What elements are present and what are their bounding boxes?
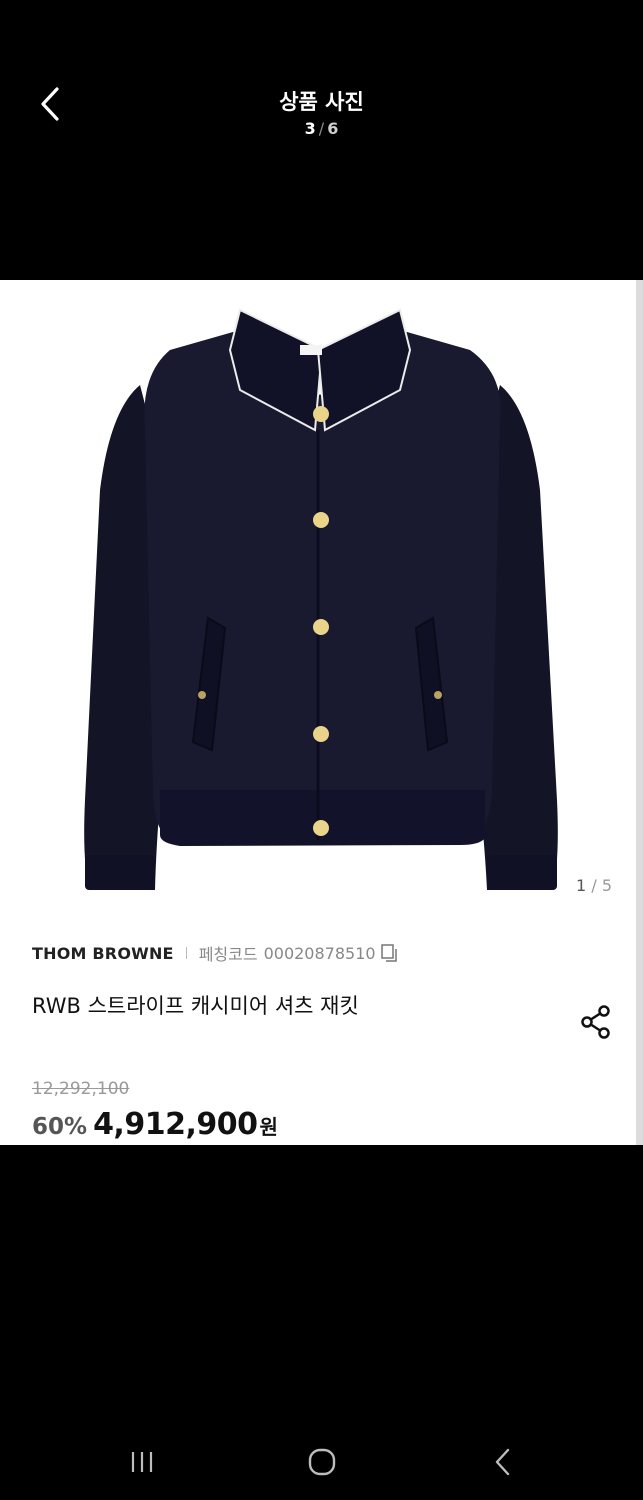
copy-icon[interactable]	[380, 943, 400, 963]
code-label: 페칭코드	[198, 945, 258, 964]
left-cuff	[85, 855, 155, 890]
photo-counter-current: 3	[304, 119, 316, 138]
home-button[interactable]	[297, 1442, 347, 1482]
collar-tab	[300, 345, 322, 355]
nav-back-button[interactable]	[478, 1442, 528, 1482]
image-counter: 1 / 5	[576, 876, 612, 895]
page-title: 상품 사진	[279, 90, 364, 114]
right-cuff	[487, 855, 557, 890]
jacket-button	[313, 820, 329, 836]
product-card: 1 / 5 THOM BROWNE 페칭코드 00020878510 RWB 스…	[0, 280, 636, 1145]
discount-rate: 60%	[32, 1114, 88, 1140]
recent-apps-button[interactable]	[117, 1442, 167, 1482]
product-image[interactable]	[60, 290, 580, 890]
jacket-button	[313, 619, 329, 635]
brand-row: THOM BROWNE 페칭코드 00020878510	[32, 941, 400, 965]
system-nav-bar	[0, 1420, 643, 1500]
photo-counter-total: 6	[327, 119, 339, 138]
divider	[185, 947, 187, 959]
scroll-edge	[636, 280, 643, 1145]
jacket-button	[313, 406, 329, 422]
share-icon[interactable]	[578, 1004, 614, 1040]
currency: 원	[259, 1115, 278, 1139]
jacket-button	[313, 726, 329, 742]
jacket-button	[313, 512, 329, 528]
photo-counter-separator: /	[318, 119, 325, 138]
image-counter-current: 1	[576, 876, 587, 895]
pocket-button	[434, 691, 442, 699]
top-bar: 상품 사진 3/6	[0, 0, 643, 280]
product-code: 00020878510	[263, 943, 376, 963]
product-name: RWB 스트라이프 캐시미어 셔츠 재킷	[32, 994, 359, 1018]
recent-apps-icon	[131, 1452, 153, 1472]
brand-name[interactable]: THOM BROWNE	[32, 944, 174, 963]
price-row: 60% 4,912,900 원	[32, 1107, 278, 1142]
original-price: 12,292,100	[32, 1079, 130, 1099]
nav-back-icon	[495, 1448, 510, 1476]
pocket-button	[198, 691, 206, 699]
photo-counter: 3/6	[0, 119, 643, 138]
sale-price: 4,912,900	[93, 1107, 258, 1142]
hem-band	[160, 790, 485, 846]
image-counter-separator: /	[591, 876, 597, 895]
home-icon	[308, 1448, 336, 1476]
image-counter-total: 5	[601, 876, 612, 895]
